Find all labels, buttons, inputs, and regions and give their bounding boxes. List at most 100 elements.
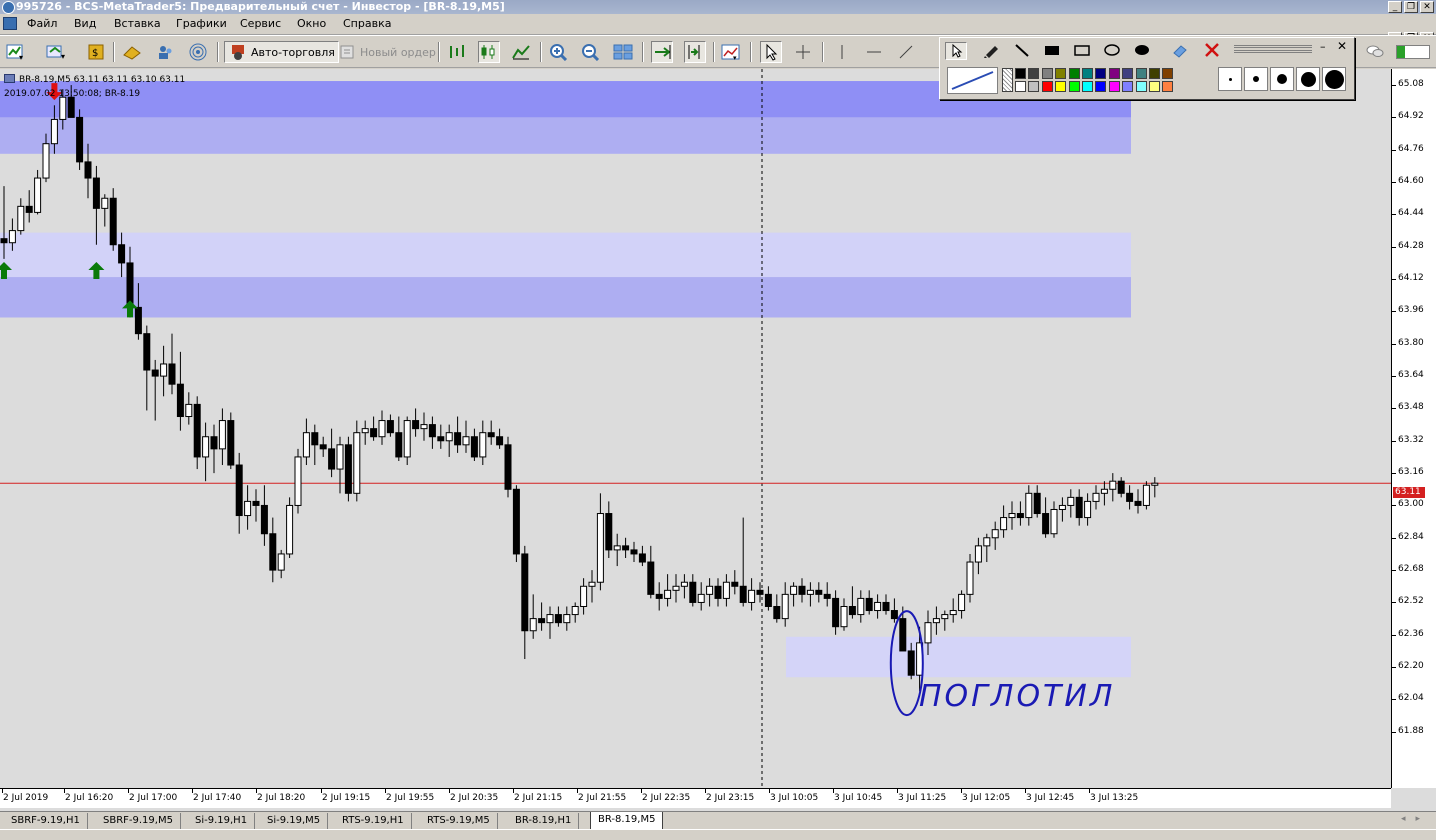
transparent-swatch[interactable] xyxy=(1002,68,1013,92)
cursor-tool-button[interactable] xyxy=(760,41,782,63)
filled-ellipse-tool-button[interactable] xyxy=(1132,42,1152,61)
color-swatch[interactable] xyxy=(1095,81,1107,92)
auto-trading-button[interactable]: Авто-торговля xyxy=(224,41,339,63)
menu-view[interactable]: Вид xyxy=(74,17,96,30)
filled-rect-tool-button[interactable] xyxy=(1042,42,1062,61)
color-swatch[interactable] xyxy=(1055,68,1067,79)
current-line-style[interactable] xyxy=(947,67,998,94)
color-swatch[interactable] xyxy=(1015,81,1026,92)
pen-size-5[interactable] xyxy=(1322,67,1346,91)
chart-tab[interactable]: BR-8.19,M5 xyxy=(590,812,664,830)
chart-plot-area[interactable]: ПОГЛОТИЛ xyxy=(0,69,1391,788)
color-swatch[interactable] xyxy=(1068,81,1080,92)
vertical-line-button[interactable] xyxy=(832,41,852,63)
pen-size-4[interactable] xyxy=(1296,67,1320,91)
time-axis[interactable]: 2 Jul 2019 2 Jul 16:20 2 Jul 17:00 2 Jul 17… xyxy=(0,788,1391,808)
color-swatch[interactable] xyxy=(1135,68,1147,79)
time-label: 3 Jul 11:25 xyxy=(898,793,947,803)
horizontal-line-button[interactable] xyxy=(864,41,884,63)
color-swatch[interactable] xyxy=(1028,81,1040,92)
svg-text:$: $ xyxy=(92,48,98,59)
color-swatch[interactable] xyxy=(1122,81,1134,92)
menu-charts[interactable]: Графики xyxy=(176,17,227,30)
panel-minimize-button[interactable]: – xyxy=(1320,40,1326,53)
menu-file[interactable]: Файл xyxy=(27,17,57,30)
color-swatch[interactable] xyxy=(1041,81,1053,92)
menu-insert[interactable]: Вставка xyxy=(114,17,161,30)
marker-tool-button[interactable] xyxy=(982,42,1002,61)
signals-button[interactable] xyxy=(188,41,208,63)
line-tool-button[interactable] xyxy=(1012,42,1032,61)
color-swatch[interactable] xyxy=(1135,81,1147,92)
eraser-tool-button[interactable] xyxy=(1170,42,1190,61)
color-swatch[interactable] xyxy=(1082,81,1093,92)
menu-tools[interactable]: Сервис xyxy=(240,17,281,30)
bull-candle xyxy=(680,581,688,587)
pen-size-1[interactable] xyxy=(1218,67,1242,91)
navigator-button[interactable] xyxy=(122,41,142,63)
chart-tab[interactable]: Si-9.19,M5 xyxy=(260,813,329,829)
color-swatch[interactable] xyxy=(1082,68,1093,79)
price-label: 63.16 xyxy=(1398,467,1424,478)
chart-tab[interactable]: RTS-9.19,M5 xyxy=(420,813,498,829)
chat-button[interactable] xyxy=(1365,41,1385,63)
clear-drawings-button[interactable] xyxy=(1202,42,1222,61)
community-button[interactable] xyxy=(155,41,175,63)
color-swatch[interactable] xyxy=(1041,68,1053,79)
color-swatch[interactable] xyxy=(1149,68,1160,79)
line-chart-button[interactable] xyxy=(511,41,531,63)
color-swatch[interactable] xyxy=(1108,81,1120,92)
bull-candle xyxy=(790,585,798,595)
chart-tab[interactable]: BR-8.19,H1 xyxy=(508,813,580,829)
panel-grip[interactable] xyxy=(1234,45,1312,53)
chart-window-icon[interactable] xyxy=(3,17,17,30)
color-swatch[interactable] xyxy=(1149,81,1160,92)
bear-candle xyxy=(151,369,159,377)
restore-button[interactable]: ❐ xyxy=(1404,1,1418,13)
connection-indicator xyxy=(1396,41,1430,63)
color-swatch[interactable] xyxy=(1122,68,1134,79)
new-chart-button[interactable]: ▾ xyxy=(6,41,26,63)
profiles-button[interactable]: ▾ xyxy=(46,41,66,63)
auto-scroll-button[interactable] xyxy=(651,41,673,63)
bear-candle xyxy=(1016,513,1024,519)
close-button[interactable]: ✕ xyxy=(1420,1,1434,13)
zoom-out-button[interactable] xyxy=(581,41,601,63)
minimize-button[interactable]: _ xyxy=(1388,1,1402,13)
color-swatch[interactable] xyxy=(1015,68,1026,79)
menu-window[interactable]: Окно xyxy=(297,17,326,30)
tabs-scroll-arrows[interactable]: ◂▸ xyxy=(1401,814,1430,824)
bar-chart-button[interactable] xyxy=(447,41,467,63)
candlestick-button[interactable] xyxy=(478,41,500,63)
color-swatch[interactable] xyxy=(1028,68,1040,79)
bear-candle xyxy=(512,488,520,555)
chart-window[interactable]: ПОГЛОТИЛ xyxy=(0,69,1436,811)
chart-shift-button[interactable] xyxy=(684,41,706,63)
draw-select-button[interactable] xyxy=(945,42,967,60)
chart-tab[interactable]: RTS-9.19,H1 xyxy=(335,813,412,829)
panel-close-button[interactable]: ✕ xyxy=(1337,39,1347,53)
trend-line-button[interactable] xyxy=(896,41,916,63)
chart-tab[interactable]: Si-9.19,H1 xyxy=(188,813,256,829)
pen-size-2[interactable] xyxy=(1244,67,1268,91)
color-swatch[interactable] xyxy=(1068,68,1080,79)
price-axis[interactable]: 65.08 64.92 64.76 64.60 64.44 64.28 64.12 63.96… xyxy=(1391,69,1436,788)
chart-tab[interactable]: SBRF-9.19,H1 xyxy=(4,813,88,829)
color-swatch[interactable] xyxy=(1162,81,1174,92)
tile-windows-button[interactable] xyxy=(613,41,633,63)
color-swatch[interactable] xyxy=(1108,68,1120,79)
color-swatch[interactable] xyxy=(1162,68,1174,79)
bull-candle xyxy=(672,585,680,591)
chart-tab[interactable]: SBRF-9.19,M5 xyxy=(96,813,181,829)
new-order-button[interactable]: Новый ордер xyxy=(337,41,436,63)
color-swatch[interactable] xyxy=(1095,68,1107,79)
menu-help[interactable]: Справка xyxy=(343,17,391,30)
rect-tool-button[interactable] xyxy=(1072,42,1092,61)
zoom-in-button[interactable] xyxy=(549,41,569,63)
market-watch-button[interactable]: $ xyxy=(86,41,106,63)
crosshair-tool-button[interactable] xyxy=(793,41,813,63)
color-swatch[interactable] xyxy=(1055,81,1067,92)
ellipse-tool-button[interactable] xyxy=(1102,42,1122,61)
pen-size-3[interactable] xyxy=(1270,67,1294,91)
indicators-button[interactable]: ▾ xyxy=(721,41,741,63)
